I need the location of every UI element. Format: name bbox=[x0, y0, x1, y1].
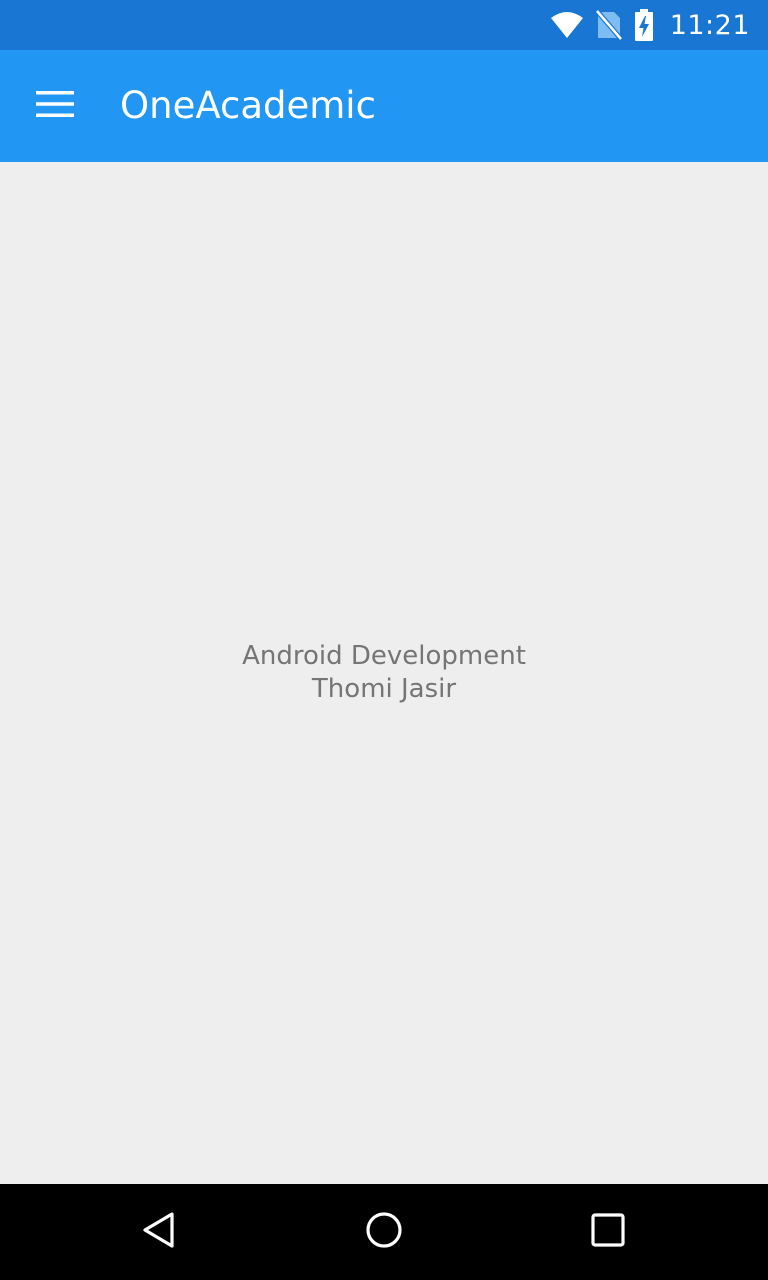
home-button[interactable] bbox=[360, 1208, 408, 1256]
back-button[interactable] bbox=[136, 1208, 184, 1256]
status-time: 11:21 bbox=[669, 9, 750, 41]
wifi-icon bbox=[550, 11, 584, 39]
navigation-bar bbox=[0, 1184, 768, 1280]
author-label: Thomi Jasir bbox=[311, 674, 457, 704]
status-icons: 11:21 bbox=[550, 0, 750, 50]
menu-button[interactable] bbox=[28, 82, 84, 130]
home-icon bbox=[364, 1210, 404, 1254]
center-text: Android Development Thomi Jasir bbox=[0, 640, 768, 706]
main-content: Android Development Thomi Jasir bbox=[0, 162, 768, 1184]
back-icon bbox=[140, 1210, 180, 1254]
recent-apps-button[interactable] bbox=[584, 1208, 632, 1256]
course-label: Android Development bbox=[242, 641, 526, 671]
battery-charging-icon bbox=[634, 9, 654, 41]
hamburger-menu-icon bbox=[36, 90, 74, 122]
recent-apps-icon bbox=[590, 1212, 626, 1252]
app-bar: OneAcademic bbox=[0, 50, 768, 162]
status-bar: 11:21 bbox=[0, 0, 768, 50]
no-sim-icon bbox=[595, 10, 622, 40]
app-title: OneAcademic bbox=[120, 84, 376, 127]
